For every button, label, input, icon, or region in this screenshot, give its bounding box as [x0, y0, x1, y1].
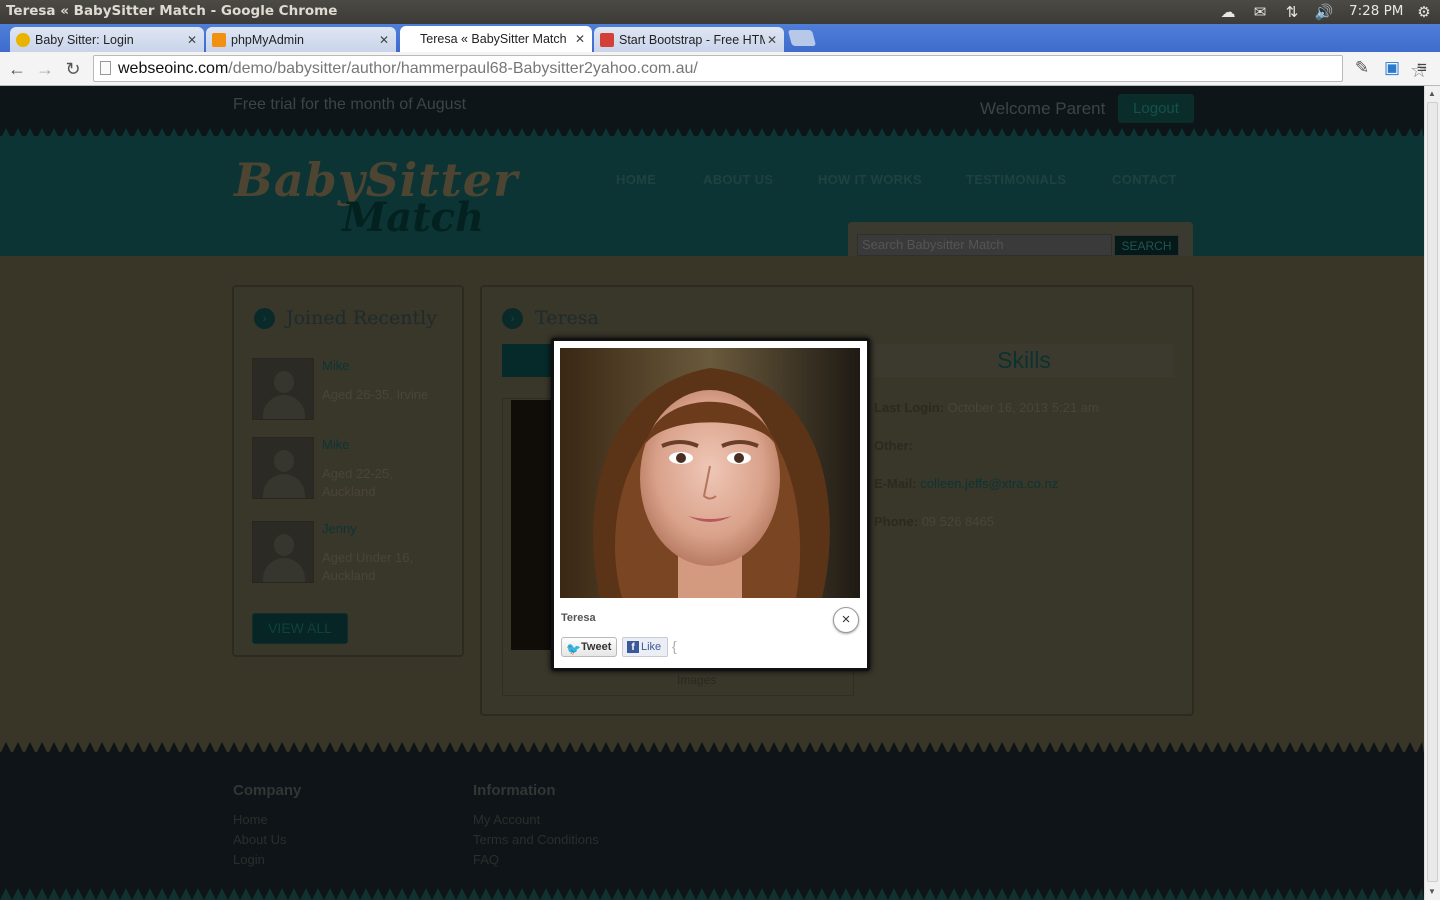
profile-name: Teresa — [535, 307, 599, 329]
lightbox-dialog: Teresa × 🐦 Tweet f Like { — [551, 338, 870, 671]
tab-label: Teresa « BabySitter Match — [420, 32, 567, 46]
tab-start-bootstrap[interactable]: Start Bootstrap - Free HTML ✕ — [594, 27, 784, 52]
footer-company-title: Company — [233, 782, 302, 799]
url-host: webseoinc.com — [118, 60, 229, 77]
close-tab-icon[interactable]: ✕ — [185, 33, 199, 47]
volume-icon[interactable]: 🔊 — [1312, 2, 1336, 22]
scroll-down-arrow-icon[interactable]: ▼ — [1428, 887, 1436, 896]
avatar[interactable] — [252, 437, 314, 499]
logout-button[interactable]: Logout — [1118, 94, 1194, 123]
cloud-icon[interactable]: ☁ — [1216, 2, 1240, 22]
page-icon — [100, 61, 111, 75]
images-label: Images — [677, 673, 717, 687]
extension-tools-icon[interactable]: ✎ — [1351, 58, 1373, 80]
trial-banner: Free trial for the month of August — [233, 96, 467, 113]
close-icon[interactable]: × — [833, 607, 859, 633]
phone-row: Phone: 09 526 8465 — [874, 514, 994, 529]
footer-link-my-account[interactable]: My Account — [473, 812, 540, 827]
member-desc: Aged Under 16, Auckland — [322, 550, 414, 583]
new-tab-button[interactable] — [787, 30, 817, 46]
address-bar[interactable]: webseoinc.com/demo/babysitter/author/ham… — [93, 55, 1428, 82]
tab-label: Baby Sitter: Login — [35, 32, 134, 47]
nav-how-it-works[interactable]: HOW IT WORKS — [818, 172, 922, 187]
site-footer — [0, 752, 1424, 900]
page-viewport: Free trial for the month of August Welco… — [0, 86, 1424, 900]
avatar[interactable] — [252, 521, 314, 583]
chevron-right-icon: › — [254, 308, 275, 329]
extension-screenshot-icon[interactable]: ▣ — [1381, 58, 1403, 80]
avatar[interactable] — [252, 358, 314, 420]
menu-icon[interactable]: ≡ — [1411, 58, 1433, 80]
reload-icon[interactable]: ↻ — [61, 57, 85, 81]
scrollbar-thumb[interactable] — [1427, 102, 1438, 882]
profile-photo[interactable] — [511, 400, 556, 650]
close-tab-icon[interactable]: ✕ — [377, 33, 391, 47]
facebook-like-button[interactable]: f Like — [622, 637, 668, 657]
lightbox-caption: Teresa — [561, 612, 596, 624]
member-desc: Aged 26-35, Irvine — [322, 387, 429, 402]
skills-heading: Skills — [874, 344, 1174, 377]
url-path: /demo/babysitter/author/hammerpaul68-Bab… — [228, 60, 698, 77]
search-input[interactable]: Search Babysitter Match — [857, 234, 1112, 256]
view-all-button[interactable]: VIEW ALL — [252, 613, 348, 644]
vertical-scrollbar[interactable]: ▲ ▼ — [1424, 86, 1440, 900]
window-title: Teresa « BabySitter Match - Google Chrom… — [6, 3, 338, 19]
tab-strip: Baby Sitter: Login ✕ phpMyAdmin ✕ Teresa… — [0, 24, 1440, 52]
footer-link-terms[interactable]: Terms and Conditions — [473, 832, 599, 847]
site-header — [0, 136, 1424, 256]
favicon-icon — [600, 32, 614, 47]
tab-teresa-active[interactable]: Teresa « BabySitter Match ✕ — [400, 26, 592, 52]
search-button[interactable]: SEARCH — [1114, 235, 1179, 256]
favicon-icon — [212, 32, 226, 47]
network-icon[interactable]: ⇅ — [1281, 2, 1303, 22]
scroll-up-arrow-icon[interactable]: ▲ — [1428, 89, 1436, 98]
settings-gear-icon[interactable]: ⚙ — [1414, 2, 1434, 22]
member-name[interactable]: Mike — [322, 358, 349, 373]
browser-toolbar: ← → ↻ webseoinc.com/demo/babysitter/auth… — [0, 52, 1440, 86]
lightbox-photo — [560, 348, 860, 598]
close-tab-icon[interactable]: ✕ — [573, 32, 587, 46]
last-login-row: Last Login: October 16, 2013 5:21 am — [874, 400, 1099, 415]
tab-label: phpMyAdmin — [231, 32, 304, 47]
welcome-text: Welcome Parent — [980, 99, 1106, 118]
email-row: E-Mail: colleen.jeffs@xtra.co.nz — [874, 476, 1059, 491]
clock[interactable]: 7:28 PM — [1349, 3, 1403, 19]
nav-testimonials[interactable]: TESTIMONIALS — [966, 172, 1066, 187]
chevron-right-icon: › — [502, 308, 523, 329]
joined-recently-panel: › Joined Recently Mike Aged 26-35, Irvin… — [232, 285, 464, 657]
mail-icon[interactable]: ✉ — [1249, 2, 1271, 22]
footer-link-login[interactable]: Login — [233, 852, 265, 867]
back-arrow-icon[interactable]: ← — [5, 57, 29, 81]
os-top-bar: Teresa « BabySitter Match - Google Chrom… — [0, 0, 1440, 24]
close-tab-icon[interactable]: ✕ — [765, 33, 779, 47]
tweet-button[interactable]: 🐦 Tweet — [561, 637, 617, 657]
footer-information-title: Information — [473, 782, 556, 799]
site-logo[interactable]: BabySitter Match — [234, 156, 518, 240]
other-row: Other: — [874, 438, 913, 453]
footer-link-faq[interactable]: FAQ — [473, 852, 499, 867]
footer-link-home[interactable]: Home — [233, 812, 268, 827]
nav-contact[interactable]: CONTACT — [1112, 172, 1177, 187]
site-search: Search Babysitter Match SEARCH — [848, 222, 1193, 256]
member-name[interactable]: Mike — [322, 437, 349, 452]
tab-phpmyadmin[interactable]: phpMyAdmin ✕ — [206, 27, 396, 52]
profile-tab-bar — [502, 344, 557, 377]
like-count-bubble: { — [672, 638, 677, 654]
email-link[interactable]: colleen.jeffs@xtra.co.nz — [920, 476, 1058, 491]
footer-link-about[interactable]: About Us — [233, 832, 286, 847]
nav-home[interactable]: HOME — [616, 172, 656, 187]
facebook-icon: f — [627, 641, 639, 653]
zigzag-divider — [0, 888, 1424, 900]
portrait-image — [560, 348, 860, 598]
sidebar-title: Joined Recently — [286, 307, 437, 329]
favicon-icon — [16, 32, 30, 47]
member-desc: Aged 22-25, Auckland — [322, 466, 393, 499]
tab-babysitter-login[interactable]: Baby Sitter: Login ✕ — [10, 27, 204, 52]
member-name[interactable]: Jenny — [322, 521, 357, 536]
nav-about-us[interactable]: ABOUT US — [703, 172, 773, 187]
forward-arrow-icon[interactable]: → — [33, 57, 57, 81]
twitter-bird-icon: 🐦 — [566, 642, 581, 656]
tab-label: Start Bootstrap - Free HTML — [619, 32, 765, 47]
